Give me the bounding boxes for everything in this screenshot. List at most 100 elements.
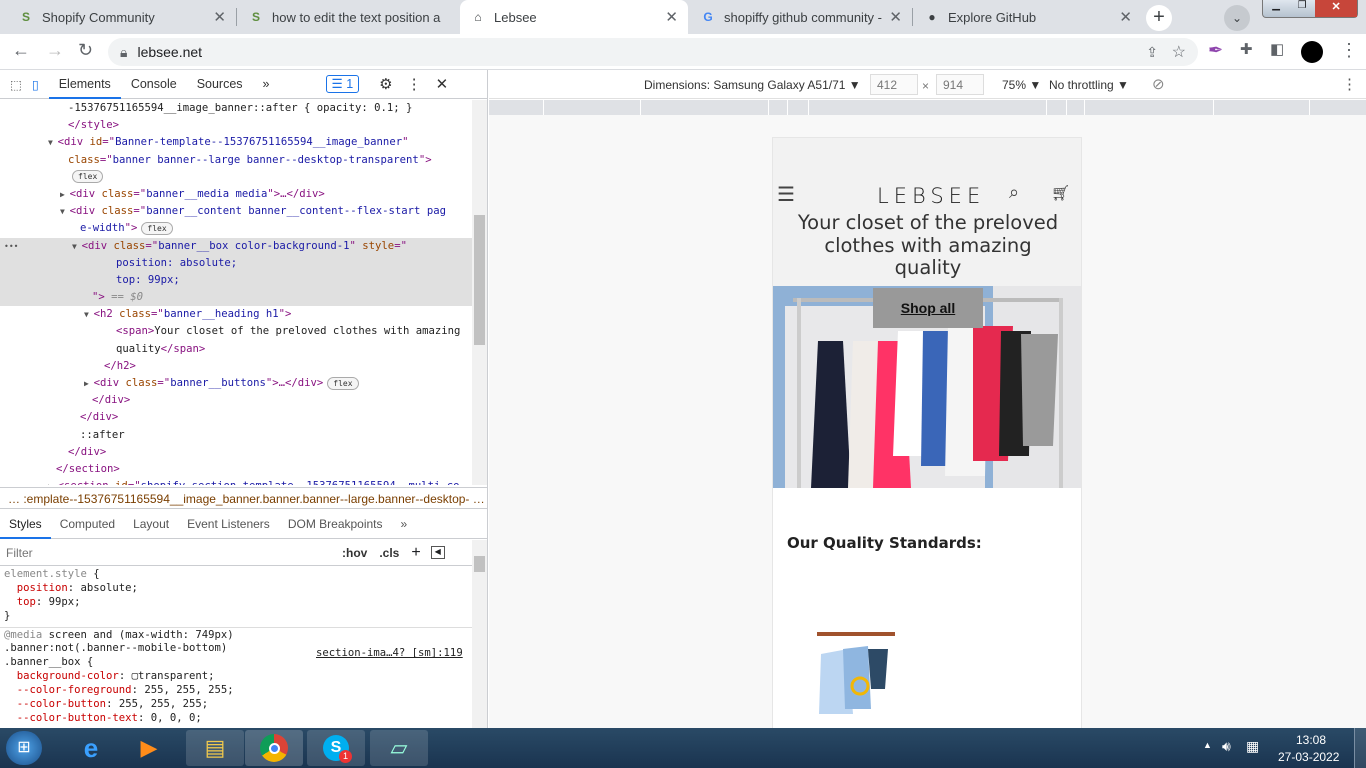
chrome-icon[interactable] — [245, 730, 303, 766]
back-icon[interactable]: ← — [12, 40, 30, 61]
shop-all-button[interactable]: Shop all — [873, 288, 983, 328]
dom-node-line[interactable]: ▶ <section id="shopify-section-template-… — [0, 478, 472, 485]
height-input[interactable]: 914 — [936, 74, 984, 95]
dom-node-line[interactable]: e-width"> flex — [0, 220, 472, 237]
more-tabs-icon[interactable]: » — [253, 70, 280, 99]
dom-node-line[interactable]: ▶ <div class="banner__media media">…</di… — [0, 186, 472, 203]
close-icon[interactable]: ✕ — [1119, 8, 1132, 26]
internet-explorer-icon[interactable]: e — [62, 730, 120, 766]
extension-pen-icon[interactable]: ✒ — [1208, 40, 1223, 61]
profile-avatar[interactable] — [1301, 41, 1323, 63]
menu-icon[interactable]: ⋮ — [1340, 40, 1358, 61]
show-hidden-icons[interactable]: ▲ — [1203, 740, 1212, 750]
flex-badge[interactable]: flex — [72, 170, 104, 184]
dom-node-line[interactable]: ••• ▼ <div class="banner__box color-backg… — [0, 237, 472, 255]
share-icon[interactable]: ⇪ — [1146, 44, 1158, 61]
new-rule-button[interactable]: + — [411, 544, 420, 562]
dom-tree-scrollbar[interactable] — [472, 100, 487, 485]
side-panel-icon[interactable]: ◧ — [1270, 40, 1284, 58]
dom-node-line[interactable]: ▶ <div class="banner__buttons">…</div> fl… — [0, 375, 472, 392]
collapse-arrow-icon[interactable]: ▼ — [84, 310, 94, 319]
style-rule-line[interactable]: @media screen and (max-width: 749px) — [0, 627, 472, 641]
style-rule-line[interactable]: --color-button: 255, 255, 255; — [0, 697, 472, 711]
tab-sources[interactable]: Sources — [187, 70, 253, 99]
tab-shopify-community[interactable]: S Shopify Community ✕ — [8, 0, 236, 34]
close-icon[interactable]: ✕ — [665, 8, 678, 26]
flex-badge[interactable]: flex — [327, 376, 359, 390]
dom-node-line[interactable]: ::after — [0, 427, 472, 444]
notepad-icon[interactable]: ▱ — [370, 730, 428, 766]
rotate-icon[interactable]: ⊘ — [1152, 75, 1165, 93]
collapse-arrow-icon[interactable]: ▼ — [72, 242, 82, 251]
close-icon[interactable]: ✕ — [213, 8, 226, 26]
tab-styles[interactable]: Styles — [0, 510, 51, 539]
more-tabs-icon[interactable]: » — [392, 510, 417, 539]
style-rule-line[interactable]: background-color: ▢transparent; — [0, 669, 472, 683]
expand-arrow-icon[interactable]: ▶ — [84, 379, 94, 388]
expand-arrow-icon[interactable]: ▶ — [48, 482, 58, 485]
dom-node-line[interactable]: top: 99px; — [0, 271, 472, 290]
tab-event-listeners[interactable]: Event Listeners — [178, 510, 279, 539]
dom-node-line[interactable]: </style> — [0, 117, 472, 134]
expand-arrow-icon[interactable]: ▶ — [60, 190, 70, 199]
dom-node-line[interactable]: ▼ <div class="banner__content banner__co… — [0, 203, 472, 220]
tab-lebsee[interactable]: ⌂ Lebsee ✕ — [460, 0, 688, 34]
clock-date[interactable]: 27-03-2022 — [1278, 750, 1339, 764]
media-query-ruler[interactable] — [489, 100, 1366, 115]
zoom-select[interactable]: 75% ▼ — [1002, 78, 1041, 92]
skype-icon[interactable]: S1 — [307, 730, 365, 766]
dom-node-line[interactable]: position: absolute; — [0, 254, 472, 272]
file-explorer-icon[interactable]: ▤ — [186, 730, 244, 766]
tab-console[interactable]: Console — [121, 70, 187, 99]
maximize-button[interactable]: ❐ — [1289, 0, 1315, 17]
forward-icon[interactable]: → — [46, 40, 64, 61]
style-rule-line[interactable]: --color-button-text: 0, 0, 0; — [0, 711, 472, 725]
tab-explore-github[interactable]: ● Explore GitHub ✕ — [914, 0, 1142, 34]
media-player-icon[interactable]: ▶ — [120, 730, 178, 766]
more-options-icon[interactable]: ⋮ — [407, 75, 422, 93]
settings-gear-icon[interactable]: ⚙ — [379, 75, 392, 93]
collapse-arrow-icon[interactable]: ▼ — [60, 207, 70, 216]
dom-node-line[interactable]: </div> — [0, 409, 472, 426]
node-actions-icon[interactable]: ••• — [4, 238, 18, 255]
inspect-icon[interactable]: ⬚ — [0, 77, 28, 92]
volume-icon[interactable]: 🔊︎ — [1222, 738, 1231, 755]
tab-computed[interactable]: Computed — [51, 510, 124, 539]
issues-badge[interactable]: ☰ 1 — [325, 75, 360, 93]
tab-dom-breakpoints[interactable]: DOM Breakpoints — [279, 510, 392, 539]
cart-icon[interactable]: 🛒︎ — [1051, 184, 1070, 202]
dom-node-line[interactable]: "> == $0 — [0, 289, 472, 307]
more-options-icon[interactable]: ⋮ — [1342, 75, 1357, 93]
new-tab-button[interactable]: + — [1146, 5, 1172, 31]
dom-node-line[interactable]: ▼ <div id="Banner-template--153767511655… — [0, 134, 472, 151]
style-rule-line[interactable]: element.style { — [0, 567, 472, 581]
extensions-icon[interactable]: ✚ — [1240, 40, 1253, 58]
start-button[interactable]: ⊞ — [6, 731, 42, 765]
styles-scrollbar[interactable] — [472, 540, 487, 728]
collapse-arrow-icon[interactable]: ▼ — [48, 138, 58, 147]
hamburger-menu-icon[interactable]: ☰ — [777, 182, 795, 207]
dom-node-line[interactable]: flex — [0, 169, 472, 186]
dom-node-line[interactable]: -15376751165594__image_banner::after { o… — [0, 100, 472, 117]
site-logo[interactable]: LEBSEE — [877, 184, 985, 208]
style-rule-line[interactable]: position: absolute; — [0, 581, 472, 595]
dom-node-line[interactable]: <span>Your closet of the preloved clothe… — [0, 323, 472, 340]
device-toggle-icon[interactable]: ▯ — [28, 77, 49, 92]
style-rule-line[interactable]: } — [0, 609, 472, 623]
style-rule-line[interactable]: --color-foreground: 255, 255, 255; — [0, 683, 472, 697]
flex-badge[interactable]: flex — [141, 221, 173, 235]
tab-layout[interactable]: Layout — [124, 510, 178, 539]
bookmark-star-icon[interactable]: ☆ — [1172, 42, 1186, 62]
network-icon[interactable]: ▦ — [1246, 738, 1259, 755]
dom-node-line[interactable]: </div> — [0, 444, 472, 461]
close-devtools-icon[interactable]: ✕ — [436, 75, 449, 93]
toggle-sidebar-icon[interactable]: ◀ — [430, 546, 445, 559]
clock-time[interactable]: 13:08 — [1296, 733, 1326, 747]
tab-edit-text-position[interactable]: Show to edit the text position a — [238, 0, 460, 34]
close-window-button[interactable]: ✕ — [1315, 0, 1357, 17]
tab-search-icon[interactable]: ⌄ — [1224, 5, 1250, 31]
throttling-select[interactable]: No throttling ▼ — [1049, 78, 1129, 92]
close-icon[interactable]: ✕ — [889, 8, 902, 26]
tab-google-search[interactable]: Gshopiffy github community - G ✕ — [690, 0, 912, 34]
device-select[interactable]: Dimensions: Samsung Galaxy A51/71 ▼ — [644, 78, 861, 92]
